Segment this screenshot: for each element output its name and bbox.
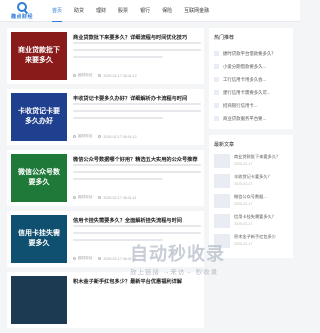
- article-card[interactable]: 微信公众号数要多久 微信公众号数据哪个好用？精选五大实用的公众号推荐 趣财财经 2…: [7, 150, 204, 206]
- hot-item[interactable]: 招商银行信用卡...: [214, 99, 288, 112]
- new-item[interactable]: 丰收贷记卡要多久？ 2025-02-17: [214, 174, 288, 194]
- article-thumbnail[interactable]: 微信公众号数要多久: [11, 154, 67, 202]
- article-meta: 趣财财经 2025-02-17 06:41:11: [73, 195, 136, 200]
- new-item-title[interactable]: 商业贷款批下来要多久？: [234, 154, 280, 160]
- new-item-title[interactable]: 信用卡挂失需要多久？: [234, 214, 276, 220]
- new-item-thumbnail[interactable]: [214, 194, 230, 208]
- main-nav: 首页 助贷 理财 股票 银行 保险 互联网金融: [52, 0, 221, 22]
- new-item-date: 2025-02-17: [234, 202, 253, 206]
- hot-item[interactable]: 工行信用卡用多久会...: [214, 73, 288, 86]
- thumbnail-caption: 信用卡挂失需要多久: [18, 230, 60, 247]
- watermark-main: 自动秒收录: [130, 244, 225, 264]
- top-navigation-bar: 趣点财经 首页 助贷 理财 股票 银行 保险 互联网金融: [0, 0, 300, 22]
- new-item-thumbnail[interactable]: [214, 174, 230, 188]
- new-item-title[interactable]: 丰收贷记卡要多久？: [234, 174, 272, 180]
- article-title[interactable]: 信用卡挂失需要多久？全面解析挂失流程与时间: [73, 217, 201, 224]
- article-excerpt: [73, 42, 201, 66]
- new-item-title[interactable]: 微信公众号数据...: [234, 194, 267, 200]
- article-meta: 趣财财经 2025-02-17 06:41:12: [73, 73, 137, 78]
- article-thumbnail[interactable]: 信用卡挂失需要多久: [11, 215, 67, 263]
- clock-icon: [98, 135, 102, 138]
- nav-internet-finance[interactable]: 互联网金融: [184, 0, 209, 22]
- article-thumbnail[interactable]: 卡收贷记卡要多久办好: [11, 93, 67, 141]
- rank-icon: [214, 90, 219, 95]
- hot-item-title[interactable]: 建行信用卡需要多久可...: [223, 90, 271, 96]
- user-icon: [73, 135, 76, 138]
- rank-icon: [214, 51, 219, 56]
- nav-finance[interactable]: 理财: [96, 0, 106, 22]
- article-title[interactable]: 微信公众号数据哪个好用？精选五大实用的公众号推荐: [73, 156, 201, 163]
- user-icon: [73, 257, 76, 260]
- nav-loan[interactable]: 助贷: [74, 0, 84, 22]
- new-item-date: 2025-02-17: [234, 162, 253, 166]
- hot-item[interactable]: 小爱分期借款要多久...: [214, 60, 288, 73]
- article-card[interactable]: 商业贷款批下来要多久 商业贷款批下来要多久？详细流程与时间优化技巧 趣财财经 20…: [7, 28, 204, 84]
- user-icon: [73, 74, 76, 77]
- new-item[interactable]: 微信公众号数据... 2025-02-17: [214, 194, 288, 214]
- hot-item-title[interactable]: 小爱分期借款要多久...: [223, 64, 266, 70]
- article-thumbnail[interactable]: 商业贷款批下来要多久: [11, 32, 67, 80]
- new-item[interactable]: 信用卡挂失需要多久？ 2025-02-17: [214, 214, 288, 234]
- article-author: 趣财财经: [78, 195, 93, 199]
- nav-stock[interactable]: 股票: [118, 0, 128, 22]
- article-excerpt: [73, 103, 201, 127]
- hot-panel: 热门推荐 捷时贷款平台借款要多久？ 小爱分期借款要多久... 工行信用卡用多久会…: [209, 28, 293, 129]
- hot-item[interactable]: 商业贷款服务平台要...: [214, 112, 288, 125]
- article-date: 2025-02-17 06:41:12: [103, 134, 137, 139]
- article-author: 趣财财经: [78, 256, 93, 260]
- hot-panel-title: 热门推荐: [214, 35, 235, 41]
- article-meta: 趣财财经 2025-02-17 06:41:11: [73, 256, 136, 261]
- article-excerpt: [73, 164, 201, 188]
- article-meta: 趣财财经 2025-02-17 06:41:12: [73, 134, 137, 139]
- hot-item-title[interactable]: 商业贷款服务平台要...: [223, 116, 266, 122]
- rank-icon: [214, 64, 219, 69]
- rank-icon: [214, 77, 219, 82]
- article-title[interactable]: 丰收贷记卡要多久办好？详细解析办卡流程与时间: [73, 95, 201, 102]
- new-item[interactable]: 商业贷款批下来要多久？ 2025-02-17: [214, 154, 288, 174]
- new-panel-title: 最新文章: [214, 142, 235, 148]
- thumbnail-caption: 卡收贷记卡要多久办好: [18, 108, 60, 125]
- logo-magnifier-icon: [17, 2, 27, 12]
- new-item-thumbnail[interactable]: [214, 154, 230, 168]
- rank-icon: [214, 103, 219, 108]
- hot-item-title[interactable]: 招商银行信用卡...: [223, 103, 257, 109]
- user-icon: [73, 196, 76, 199]
- new-item-thumbnail[interactable]: [214, 214, 230, 228]
- watermark: 自动秒收录 放上链接 →来访→ 秒收录: [130, 240, 300, 300]
- article-thumbnail[interactable]: [11, 276, 67, 324]
- sidebar: 热门推荐 捷时贷款平台借款要多久？ 小爱分期借款要多久... 工行信用卡用多久会…: [209, 28, 293, 264]
- new-item-date: 2025-02-17: [234, 222, 253, 226]
- article-card[interactable]: 卡收贷记卡要多久办好 丰收贷记卡要多久办好？详细解析办卡流程与时间 趣财财经 20…: [7, 89, 204, 145]
- hot-item[interactable]: 建行信用卡需要多久可...: [214, 86, 288, 99]
- site-logo[interactable]: 趣点财经: [8, 2, 36, 20]
- hot-item[interactable]: 捷时贷款平台借款要多久？: [214, 47, 288, 60]
- nav-bank[interactable]: 银行: [140, 0, 150, 22]
- article-author: 趣财财经: [78, 134, 93, 138]
- thumbnail-caption: 微信公众号数要多久: [18, 169, 60, 186]
- hot-item-title[interactable]: 捷时贷款平台借款要多久？: [223, 51, 276, 57]
- watermark-sub: 放上链接 →来访→ 秒收录: [130, 269, 219, 276]
- logo-text: 趣点财经: [10, 14, 33, 20]
- article-date: 2025-02-17 06:41:12: [103, 73, 137, 78]
- article-title[interactable]: 商业贷款批下来要多久？详细流程与时间优化技巧: [73, 34, 201, 41]
- nav-home[interactable]: 首页: [52, 0, 63, 22]
- article-author: 趣财财经: [78, 73, 93, 77]
- article-date: 2025-02-17 06:41:11: [103, 195, 137, 200]
- clock-icon: [98, 74, 102, 77]
- rank-icon: [214, 116, 219, 121]
- clock-icon: [98, 196, 102, 199]
- nav-insurance[interactable]: 保险: [162, 0, 172, 22]
- new-item-date: 2025-02-17: [234, 182, 253, 186]
- clock-icon: [98, 257, 102, 260]
- thumbnail-caption: 商业贷款批下来要多久: [18, 47, 60, 64]
- hot-item-title[interactable]: 工行信用卡用多久会...: [223, 77, 266, 83]
